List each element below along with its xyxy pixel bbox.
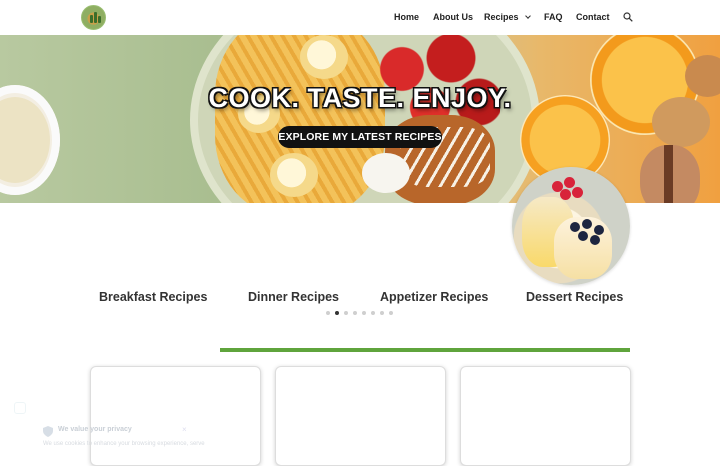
chevron-down-icon — [524, 13, 531, 19]
nav-faq[interactable]: FAQ — [544, 12, 563, 22]
cookie-notice-body: We use cookies to enhance your browsing … — [43, 441, 205, 447]
carousel-dot-active[interactable] — [335, 311, 339, 315]
site-logo[interactable] — [81, 5, 106, 30]
cookie-notice-title: We value your privacy — [58, 426, 132, 433]
search-icon[interactable] — [623, 12, 633, 22]
dessert-recipes-image[interactable] — [512, 167, 630, 285]
privacy-settings-icon[interactable] — [14, 402, 26, 414]
nav-home[interactable]: Home — [394, 12, 419, 22]
recipe-card[interactable] — [275, 366, 446, 466]
category-appetizer[interactable]: Appetizer Recipes — [380, 290, 488, 304]
carousel-dots — [326, 311, 393, 315]
explore-recipes-button[interactable]: EXPLORE MY LATEST RECIPES — [278, 126, 442, 148]
section-divider — [220, 348, 630, 352]
site-header: Home About Us Recipes FAQ Contact — [0, 0, 720, 35]
carousel-dot[interactable] — [326, 311, 330, 315]
category-dinner[interactable]: Dinner Recipes — [248, 290, 339, 304]
hero-title: COOK. TASTE. ENJOY. — [208, 83, 512, 113]
carousel-dot[interactable] — [380, 311, 384, 315]
nav-contact[interactable]: Contact — [576, 12, 610, 22]
category-breakfast[interactable]: Breakfast Recipes — [99, 290, 207, 304]
carousel-dot[interactable] — [344, 311, 348, 315]
hero-banner: COOK. TASTE. ENJOY. EXPLORE MY LATEST RE… — [0, 35, 720, 203]
nav-about-us[interactable]: About Us — [433, 12, 473, 22]
carousel-dot[interactable] — [389, 311, 393, 315]
nav-recipes-label: Recipes — [484, 12, 519, 22]
carousel-dot[interactable] — [353, 311, 357, 315]
shield-icon — [43, 426, 53, 437]
category-dessert[interactable]: Dessert Recipes — [526, 290, 623, 304]
carousel-dot[interactable] — [371, 311, 375, 315]
nav-recipes[interactable]: Recipes — [484, 12, 531, 22]
close-icon[interactable]: × — [182, 425, 187, 434]
carousel-dot[interactable] — [362, 311, 366, 315]
macaron-image — [640, 145, 700, 203]
recipe-card[interactable] — [460, 366, 631, 466]
recipe-card[interactable] — [90, 366, 261, 466]
